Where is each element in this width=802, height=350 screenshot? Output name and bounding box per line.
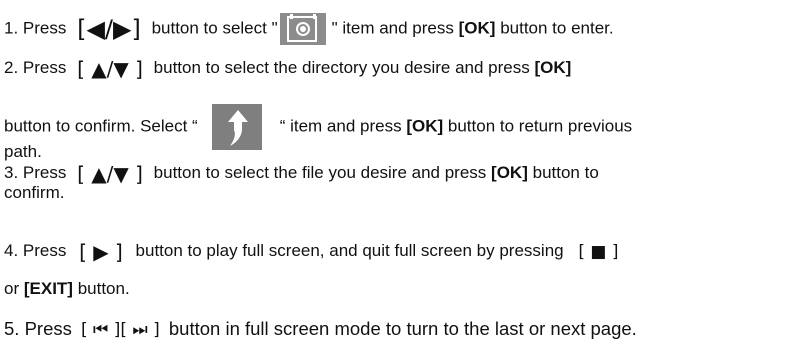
- step-4-line: 4. Press [ ▶ ] button to play full scree…: [4, 241, 619, 262]
- step-2-tail: path.: [4, 142, 42, 162]
- step-3-line: 3. Press [ ▲/▼ ] button to select the fi…: [4, 163, 599, 184]
- step-2-mid: button to select the directory you desir…: [153, 58, 530, 77]
- step-3-suffix: button to: [532, 163, 599, 182]
- step-2-after-icon: “ item and press: [279, 116, 402, 136]
- step-1-line: 1. Press [◀/▶] button to select " " item…: [4, 13, 614, 45]
- step-2-prefix: 2. Press: [4, 58, 67, 77]
- step-3-tail: confirm.: [4, 183, 64, 203]
- ok-key-label: [OK]: [458, 18, 496, 38]
- ok-key-label: [OK]: [406, 116, 444, 136]
- step-2-cont-suffix: button to return previous: [447, 116, 633, 136]
- step-3-mid: button to select the file you desire and…: [153, 163, 487, 182]
- step-5-suffix: button in full screen mode to turn to th…: [168, 318, 637, 339]
- step-5-line: 5. Press [ ⏮ ][ ⏭ ] button in full scree…: [4, 318, 637, 341]
- stop-key-icon: [ ■ ]: [578, 241, 619, 262]
- step-4-tail-suffix: button.: [77, 279, 130, 298]
- step-1-mid: button to select ": [151, 18, 278, 38]
- ok-key-label: [OK]: [534, 58, 572, 77]
- step-4-tail: or [EXIT] button.: [4, 279, 130, 299]
- step-2-cont-prefix: button to confirm. Select “: [4, 116, 198, 136]
- up-down-key-icon: [ ▲/▼ ]: [77, 161, 143, 186]
- step-3-prefix: 3. Press: [4, 163, 67, 182]
- step-4-mid: button to play full screen, and quit ful…: [135, 241, 564, 260]
- photo-folder-icon: [279, 13, 326, 45]
- step-3-tail-text: confirm.: [4, 183, 65, 202]
- play-key-icon: [ ▶ ]: [79, 239, 123, 264]
- step-2-line: 2. Press [ ▲/▼ ] button to select the di…: [4, 58, 571, 79]
- step-1-prefix: 1. Press: [4, 18, 67, 38]
- step-4-tail-prefix: or: [4, 279, 20, 298]
- step-1-after-icon: " item and press: [331, 18, 454, 38]
- step-2-continuation: button to confirm. Select “ “ item and p…: [4, 104, 632, 150]
- step-4-prefix: 4. Press: [4, 241, 67, 260]
- left-right-key-icon: [◀/▶]: [77, 15, 141, 43]
- up-down-key-icon: [ ▲/▼ ]: [77, 56, 143, 81]
- prev-next-key-icon: [ ⏮ ][ ⏭ ]: [81, 320, 160, 341]
- step-1-suffix: button to enter.: [500, 18, 614, 38]
- step-5-prefix: 5. Press: [4, 318, 72, 339]
- up-arrow-icon: [211, 104, 262, 150]
- ok-key-label: [OK]: [491, 163, 528, 182]
- exit-key-label: [EXIT]: [23, 279, 73, 298]
- step-2-tail-text: path.: [4, 142, 42, 161]
